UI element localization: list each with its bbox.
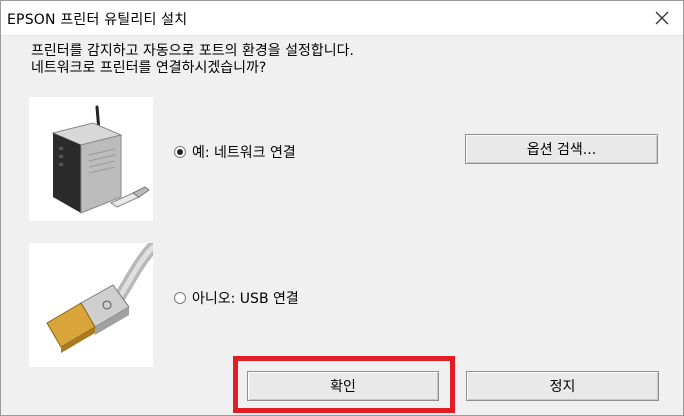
title-bar: EPSON 프린터 유틸리티 설치 <box>1 1 683 36</box>
close-button[interactable] <box>651 7 673 29</box>
network-image <box>29 97 153 221</box>
network-option-label: 예: 네트워크 연결 <box>192 145 296 161</box>
network-router-icon <box>51 105 150 214</box>
prompt-line-1: 프린터를 감지하고 자동으로 포트의 환경을 설정합니다. <box>31 43 354 59</box>
close-icon <box>655 11 669 25</box>
usb-radio[interactable] <box>174 292 186 304</box>
usb-option[interactable]: 아니오: USB 연결 <box>174 288 299 308</box>
stop-button[interactable]: 정지 <box>466 371 659 401</box>
window-title: EPSON 프린터 유틸리티 설치 <box>7 12 188 28</box>
network-option[interactable]: 예: 네트워크 연결 <box>174 142 296 162</box>
usb-image <box>29 241 159 367</box>
ok-button[interactable]: 확인 <box>247 371 439 401</box>
usb-cable-icon <box>46 241 159 353</box>
prompt-text: 프린터를 감지하고 자동으로 포트의 환경을 설정합니다. 네트워크로 프린터를… <box>31 43 354 77</box>
prompt-line-2: 네트워크로 프린터를 연결하시겠습니까? <box>31 60 267 76</box>
network-radio[interactable] <box>174 146 186 158</box>
installer-dialog: EPSON 프린터 유틸리티 설치 프린터를 감지하고 자동으로 포트의 환경을… <box>0 0 684 416</box>
usb-option-label: 아니오: USB 연결 <box>192 291 299 307</box>
option-search-button[interactable]: 옵션 검색... <box>465 134 658 164</box>
